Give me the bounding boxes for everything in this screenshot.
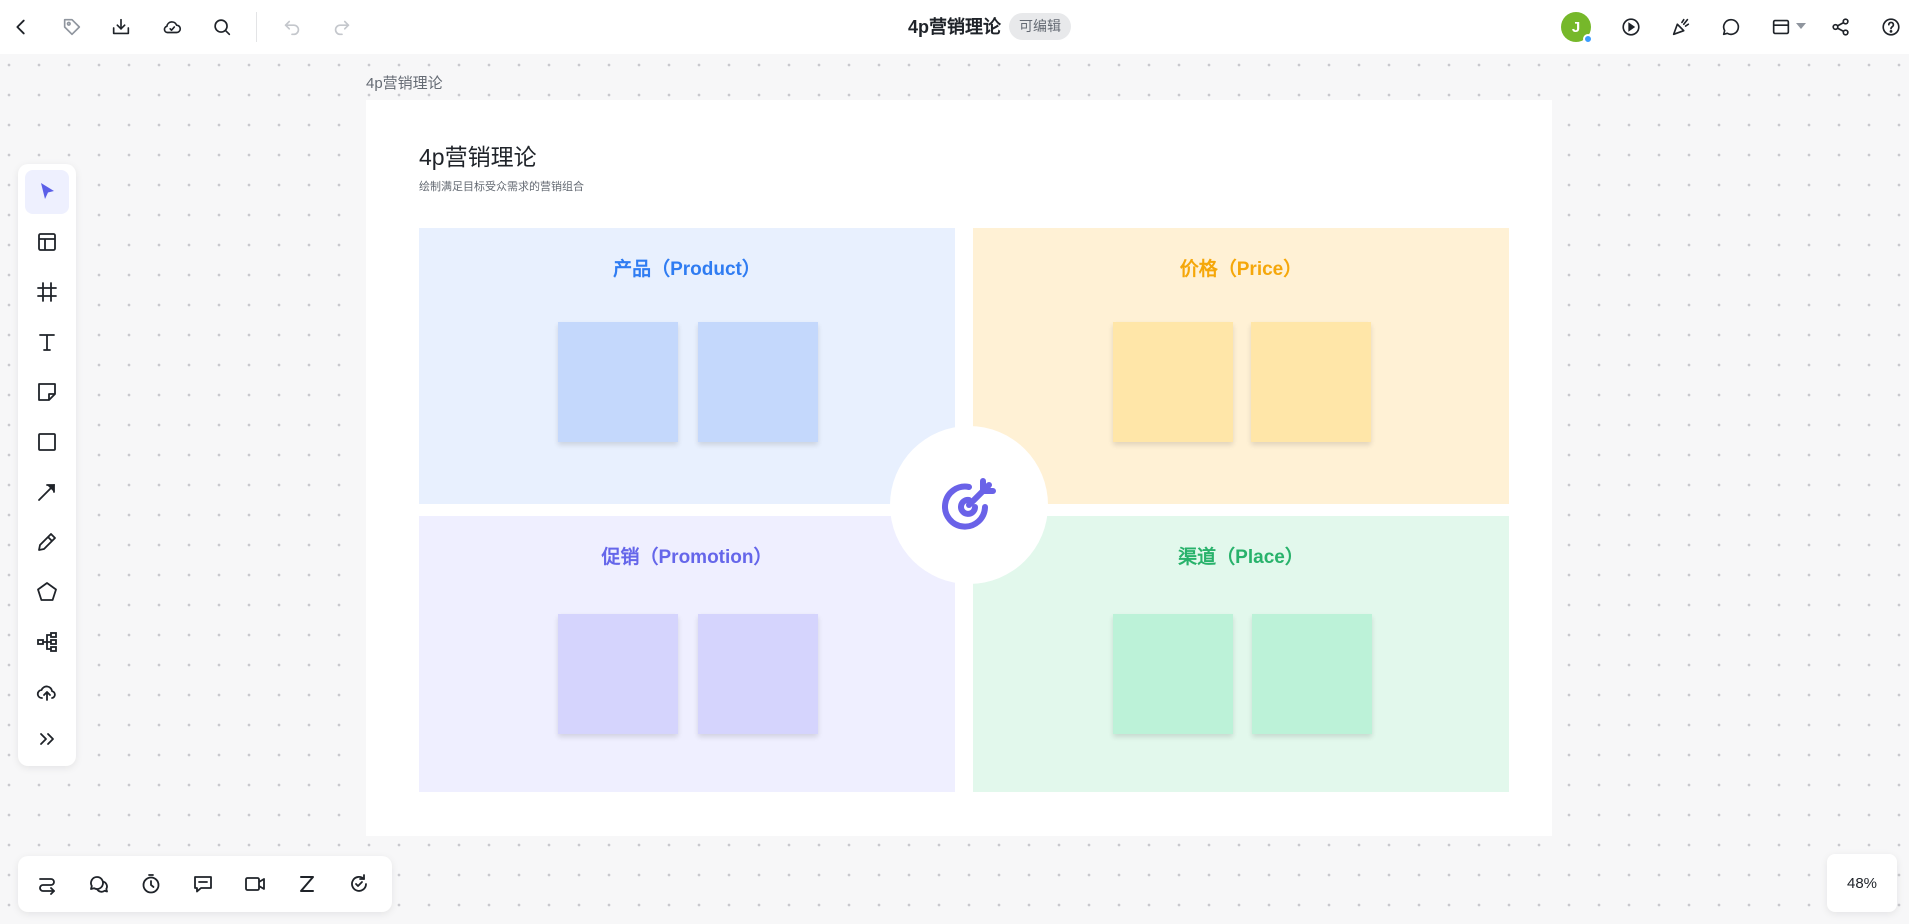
- quadrant-title-promotion[interactable]: 促销（Promotion）: [419, 542, 955, 569]
- board-title[interactable]: 4p营销理论: [419, 138, 537, 172]
- text-icon[interactable]: [25, 320, 69, 364]
- more-icon[interactable]: [25, 717, 69, 761]
- quadrant-title-place[interactable]: 渠道（Place）: [973, 542, 1509, 569]
- sticky-note[interactable]: [558, 614, 678, 734]
- frame-icon[interactable]: [25, 270, 69, 314]
- template-icon[interactable]: [25, 220, 69, 264]
- avatar[interactable]: J: [1561, 12, 1593, 44]
- online-status-dot: [1583, 34, 1593, 44]
- left-toolbar: [18, 164, 76, 766]
- comment-icon[interactable]: [1716, 12, 1746, 42]
- top-bar: 4p营销理论 可编辑 J: [0, 0, 1909, 54]
- pen-icon[interactable]: [25, 520, 69, 564]
- shape-icon[interactable]: [25, 570, 69, 614]
- mindmap-icon[interactable]: [25, 620, 69, 664]
- search-icon[interactable]: [207, 12, 237, 42]
- redo-icon[interactable]: [327, 12, 357, 42]
- rectangle-icon[interactable]: [25, 420, 69, 464]
- sticky-note[interactable]: [558, 322, 678, 442]
- quadrant-product[interactable]: 产品（Product）: [419, 228, 955, 504]
- cloud-icon[interactable]: [157, 12, 187, 42]
- layout-icon[interactable]: [1766, 12, 1796, 42]
- center-circle[interactable]: [890, 426, 1048, 584]
- target-icon: [942, 478, 996, 530]
- sticky-note[interactable]: [1113, 322, 1233, 442]
- line-icon[interactable]: [25, 470, 69, 514]
- timer-icon[interactable]: [133, 866, 169, 902]
- avatar-letter: J: [1571, 18, 1581, 36]
- chat-icon[interactable]: [81, 866, 117, 902]
- sticky-note[interactable]: [1113, 614, 1233, 734]
- tag-icon[interactable]: [57, 12, 87, 42]
- bottom-toolbar: [18, 856, 392, 912]
- undo-icon[interactable]: [277, 12, 307, 42]
- quadrant-place[interactable]: 渠道（Place）: [973, 516, 1509, 792]
- sticky-note[interactable]: [1251, 322, 1371, 442]
- sticky-note[interactable]: [1252, 614, 1372, 734]
- play-icon[interactable]: [1616, 12, 1646, 42]
- board-subtitle[interactable]: 绘制满足目标受众需求的营销组合: [419, 178, 584, 194]
- sync-icon[interactable]: [341, 866, 377, 902]
- comment-box-icon[interactable]: [185, 866, 221, 902]
- sleep-icon[interactable]: [289, 866, 325, 902]
- quadrant-promotion[interactable]: 促销（Promotion）: [419, 516, 955, 792]
- quadrant-price[interactable]: 价格（Price）: [973, 228, 1509, 504]
- editable-badge[interactable]: 可编辑: [1009, 13, 1071, 40]
- document-title[interactable]: 4p营销理论: [908, 14, 1001, 40]
- help-icon[interactable]: [1876, 12, 1906, 42]
- download-icon[interactable]: [106, 12, 136, 42]
- sticky-note[interactable]: [698, 614, 818, 734]
- sticky-note-icon[interactable]: [25, 370, 69, 414]
- select-icon[interactable]: [25, 170, 69, 214]
- quadrant-title-product[interactable]: 产品（Product）: [419, 254, 955, 281]
- video-icon[interactable]: [237, 866, 273, 902]
- back-icon[interactable]: [6, 12, 36, 42]
- layout-dropdown-icon[interactable]: [1796, 23, 1806, 29]
- toolbar-divider: [256, 12, 257, 42]
- quadrant-title-price[interactable]: 价格（Price）: [973, 254, 1509, 281]
- zoom-level[interactable]: 48%: [1827, 854, 1897, 912]
- upload-icon[interactable]: [25, 670, 69, 714]
- connector-icon[interactable]: [29, 866, 65, 902]
- share-icon[interactable]: [1826, 12, 1856, 42]
- celebrate-icon[interactable]: [1666, 12, 1696, 42]
- frame-label[interactable]: 4p营销理论: [366, 72, 443, 93]
- sticky-note[interactable]: [698, 322, 818, 442]
